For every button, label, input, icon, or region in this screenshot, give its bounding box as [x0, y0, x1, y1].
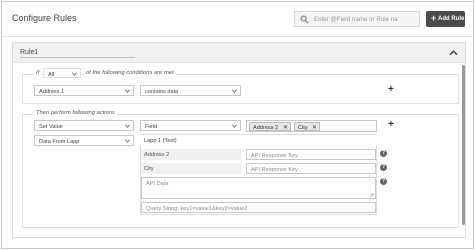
conditions-legend: If: [34, 70, 42, 76]
field-tag: Address 2 ✕: [249, 122, 291, 131]
help-icon[interactable]: ?: [380, 150, 387, 157]
field-tag-label: City: [298, 124, 308, 131]
field-tag-label: Address 2: [253, 124, 279, 131]
lapp-source-value: Lapp 1 (Test): [144, 137, 177, 144]
remove-tag-icon[interactable]: ✕: [312, 124, 317, 131]
help-icon[interactable]: ?: [380, 178, 387, 185]
api-data-textarea[interactable]: API Data: [141, 177, 376, 199]
query-string-input[interactable]: Query String: key1=value1&key2=value2: [141, 202, 376, 213]
chevron-down-icon: [232, 89, 237, 93]
condition-operator-value: contains data: [145, 88, 179, 95]
query-string-placeholder: Query String: key1=value1&key2=value2: [146, 205, 248, 212]
if-label: If: [36, 70, 40, 76]
action-type-value: Data From Lapp: [39, 138, 80, 145]
rule-card: Rule1 If All of the following conditions…: [12, 42, 466, 238]
rule-name-underline: [20, 57, 135, 58]
conditions-suffix-text: of the following conditions are met: [86, 70, 174, 76]
search-placeholder: Enter @Field name or Rule na: [314, 16, 398, 23]
search-input[interactable]: Enter @Field name or Rule na: [294, 11, 420, 27]
lapp-source-field[interactable]: Lapp 1 (Test): [140, 135, 377, 146]
condition-field-value: Address 1: [39, 88, 65, 95]
chevron-down-icon: [125, 89, 130, 93]
resize-handle-icon[interactable]: [369, 192, 374, 197]
add-action-button[interactable]: +: [388, 120, 394, 130]
help-icon[interactable]: ?: [380, 164, 387, 171]
add-rule-button[interactable]: + Add Rule: [426, 11, 465, 27]
search-icon: [300, 15, 309, 24]
chevron-down-icon: [125, 139, 130, 143]
add-condition-button[interactable]: +: [388, 85, 394, 95]
configure-rules-window: Configure Rules Enter @Field name or Rul…: [1, 1, 474, 249]
mapping-field-label: Address 2: [141, 149, 241, 160]
fields-multiselect[interactable]: Address 2 ✕ City ✕: [246, 120, 377, 132]
scrollbar[interactable]: [462, 65, 465, 225]
condition-operator-select[interactable]: contains data: [140, 85, 241, 96]
chevron-down-icon: [125, 124, 130, 128]
action-type-select[interactable]: Data From Lapp: [34, 135, 134, 146]
api-response-key-placeholder: API Response Key: [251, 152, 298, 159]
add-rule-label: Add Rule: [438, 15, 465, 22]
mapping-field-label: City: [141, 163, 241, 174]
api-response-key-placeholder: API Response Key: [251, 166, 298, 173]
mapping-field-text: City: [144, 165, 154, 172]
plus-icon: +: [431, 13, 437, 23]
actions-legend: Then perform following actions: [34, 110, 117, 116]
header-divider: [2, 36, 473, 37]
chevron-down-icon: [72, 72, 77, 76]
field-tag: City ✕: [294, 122, 320, 131]
rule-header[interactable]: Rule1: [13, 43, 465, 63]
match-mode-value: All: [48, 71, 55, 78]
rule-name[interactable]: Rule1: [20, 49, 38, 56]
condition-field-select[interactable]: Address 1: [34, 85, 134, 96]
match-mode-select[interactable]: All: [43, 68, 81, 78]
top-bar: Configure Rules Enter @Field name or Rul…: [2, 2, 473, 35]
chevron-up-icon[interactable]: [449, 50, 458, 56]
api-response-key-input[interactable]: API Response Key: [246, 163, 376, 174]
action-target-select[interactable]: Field: [140, 120, 241, 131]
remove-tag-icon[interactable]: ✕: [283, 124, 288, 131]
page-title: Configure Rules: [12, 13, 77, 23]
mapping-field-text: Address 2: [144, 151, 170, 158]
chevron-down-icon: [232, 124, 237, 128]
api-response-key-input[interactable]: API Response Key: [246, 149, 376, 160]
action-type-value: Set Value: [39, 123, 63, 130]
conditions-suffix: of the following conditions are met: [84, 70, 176, 76]
action-type-select[interactable]: Set Value: [34, 120, 134, 131]
action-target-value: Field: [145, 123, 158, 130]
api-data-placeholder: API Data: [146, 180, 169, 187]
